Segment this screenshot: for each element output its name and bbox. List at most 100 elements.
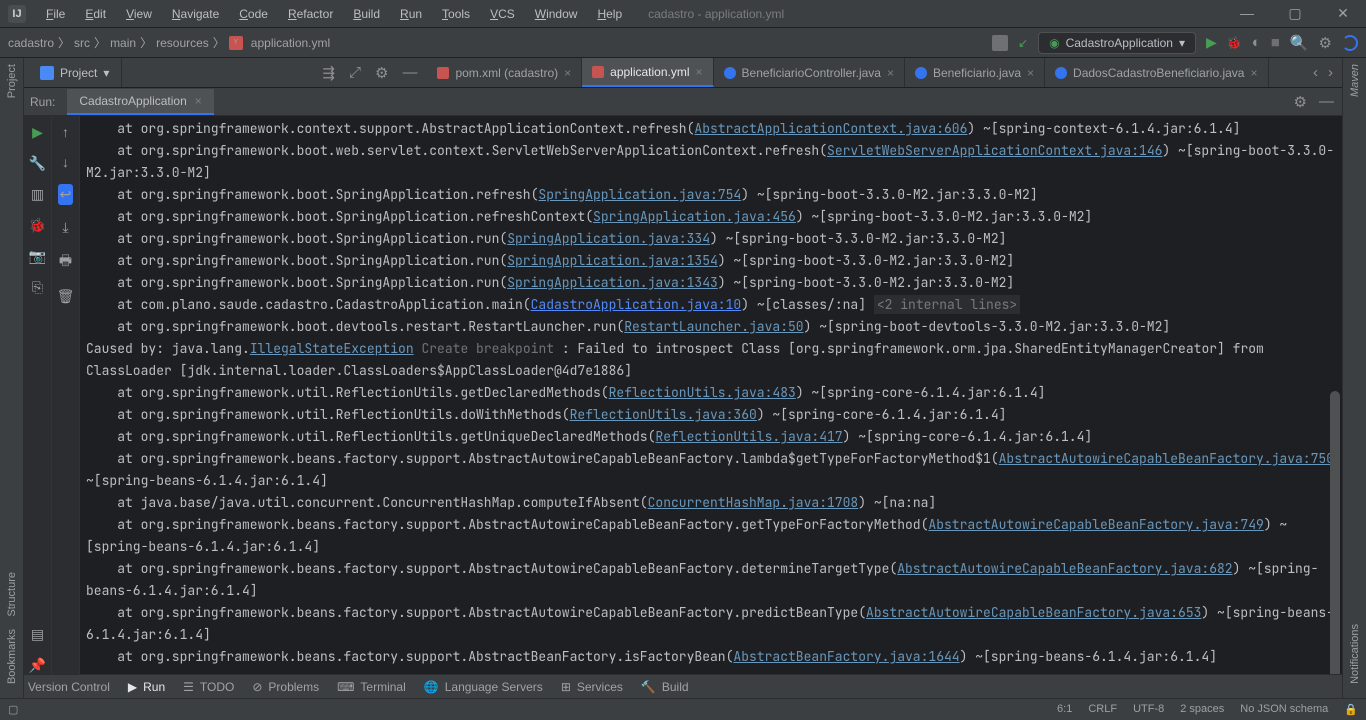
source-link[interactable]: SpringApplication.java:1343 (507, 274, 718, 291)
layout-icon[interactable]: ▥ (31, 186, 44, 203)
menu-vcs[interactable]: VCS (482, 4, 523, 24)
print-icon[interactable]: 🖶 (59, 250, 72, 274)
clear-icon[interactable]: 🗑 (57, 288, 75, 305)
source-link[interactable]: AbstractApplicationContext.java:606 (694, 120, 967, 137)
updates-icon[interactable] (1342, 35, 1358, 51)
breadcrumb-segment[interactable]: main (110, 36, 136, 50)
bottombar-todo[interactable]: ☰TODO (183, 680, 234, 694)
bottombar-problems[interactable]: ⊘Problems (252, 680, 319, 694)
bottombar-build[interactable]: 🔨Build (641, 680, 689, 694)
menu-run[interactable]: Run (392, 4, 430, 24)
menu-edit[interactable]: Edit (77, 4, 114, 24)
caret-position[interactable]: 6:1 (1057, 703, 1072, 716)
close-button[interactable]: ✕ (1328, 5, 1358, 22)
gear-icon[interactable]: ⚙ (1294, 93, 1307, 111)
source-link[interactable]: SpringApplication.java:1354 (507, 252, 718, 269)
editor-tab[interactable]: pom.xml (cadastro)× (427, 58, 582, 87)
settings-icon[interactable]: ⚙ (1319, 34, 1332, 52)
menu-view[interactable]: View (118, 4, 160, 24)
layout-settings-icon[interactable]: ▤ (31, 626, 44, 643)
source-link[interactable]: ReflectionUtils.java:417 (655, 428, 842, 445)
exit-icon[interactable]: ⎘ (32, 279, 43, 296)
coverage-button[interactable]: ◐ (1252, 34, 1261, 51)
close-icon[interactable]: × (1250, 66, 1257, 80)
menu-refactor[interactable]: Refactor (280, 4, 341, 24)
stop-button[interactable]: ■ (1271, 34, 1280, 51)
breadcrumb-segment[interactable]: application.yml (251, 36, 330, 50)
minimize-button[interactable]: — (1232, 5, 1262, 22)
rerun-button[interactable]: ▶ (32, 124, 43, 141)
soft-wrap-icon[interactable]: ↩ (58, 184, 74, 205)
source-link[interactable]: SpringApplication.java:456 (593, 208, 796, 225)
hide-icon[interactable]: — (1319, 93, 1334, 111)
run-tab[interactable]: CadastroApplication × (67, 89, 213, 115)
breadcrumb-segment[interactable]: src (74, 36, 90, 50)
line-separator[interactable]: CRLF (1088, 703, 1117, 716)
source-link[interactable]: AbstractAutowireCapableBeanFactory.java:… (866, 604, 1201, 621)
indent-setting[interactable]: 2 spaces (1180, 703, 1224, 716)
run-button[interactable]: ▶ (1206, 34, 1217, 51)
scrollbar-thumb[interactable] (1330, 391, 1340, 674)
source-link[interactable]: AbstractAutowireCapableBeanFactory.java:… (999, 450, 1334, 467)
source-link[interactable]: AbstractAutowireCapableBeanFactory.java:… (897, 560, 1232, 577)
breadcrumb[interactable]: cadastro〉src〉main〉resources〉Yapplication… (8, 34, 330, 51)
close-icon[interactable]: × (564, 66, 571, 80)
project-stripe-button[interactable]: Project (6, 58, 18, 104)
source-link[interactable]: SpringApplication.java:334 (507, 230, 710, 247)
up-stack-icon[interactable]: ↑ (62, 124, 69, 140)
editor-tab[interactable]: Beneficiario.java× (905, 58, 1045, 87)
structure-stripe-button[interactable]: Structure (6, 566, 18, 623)
menu-code[interactable]: Code (231, 4, 276, 24)
camera-icon[interactable]: 📷 (29, 248, 46, 265)
gear-icon[interactable]: ⚙ (375, 64, 388, 82)
console-output[interactable]: at org.springframework.context.support.A… (80, 116, 1342, 674)
vcs-update-icon[interactable]: ↙ (1018, 36, 1028, 50)
source-link[interactable]: SpringApplication.java:754 (538, 186, 741, 203)
menu-build[interactable]: Build (345, 4, 388, 24)
down-stack-icon[interactable]: ↓ (62, 154, 69, 170)
user-icon[interactable] (992, 35, 1008, 51)
breadcrumb-segment[interactable]: cadastro (8, 36, 54, 50)
source-link[interactable]: AbstractAutowireCapableBeanFactory.java:… (928, 516, 1263, 533)
editor-tab[interactable]: BeneficiarioController.java× (714, 58, 905, 87)
menu-tools[interactable]: Tools (434, 4, 478, 24)
bottombar-services[interactable]: ⊞Services (561, 680, 623, 694)
close-icon[interactable]: × (696, 65, 703, 79)
source-link[interactable]: RestartLauncher.java:50 (624, 318, 803, 335)
scroll-end-icon[interactable]: ⤓ (62, 219, 68, 236)
editor-tab[interactable]: application.yml× (582, 58, 713, 87)
folded-hint[interactable]: <2 internal lines> (874, 295, 1020, 314)
maven-stripe-button[interactable]: Maven (1349, 58, 1361, 103)
expand-icon[interactable]: ⤢ (349, 64, 361, 81)
source-link[interactable]: AbstractBeanFactory.java:1644 (733, 648, 959, 665)
select-opened-file-icon[interactable]: ⇶ (322, 64, 335, 82)
notifications-stripe-button[interactable]: Notifications (1349, 618, 1361, 690)
source-link[interactable]: ReflectionUtils.java:360 (570, 406, 757, 423)
run-config-selector[interactable]: ◉ CadastroApplication ▾ (1038, 32, 1196, 54)
source-link[interactable]: ConcurrentHashMap.java:1708 (648, 494, 859, 511)
tab-next-icon[interactable]: › (1328, 64, 1333, 81)
json-schema[interactable]: No JSON schema (1240, 703, 1328, 716)
source-link[interactable]: IllegalStateException (250, 340, 414, 357)
debug-button[interactable]: 🐞 (1227, 36, 1242, 50)
bottombar-terminal[interactable]: ⌨Terminal (337, 680, 406, 694)
create-breakpoint-hint[interactable]: Create breakpoint (421, 340, 554, 357)
source-link[interactable]: CadastroApplication.java:10 (531, 296, 742, 313)
menu-navigate[interactable]: Navigate (164, 4, 227, 24)
close-icon[interactable]: × (1027, 66, 1034, 80)
close-icon[interactable]: × (887, 66, 894, 80)
breadcrumb-segment[interactable]: resources (156, 36, 209, 50)
bottombar-run[interactable]: ▶Run (128, 680, 165, 694)
maximize-button[interactable]: ▢ (1280, 5, 1310, 22)
lock-icon[interactable]: 🔒 (1344, 703, 1358, 716)
tab-prev-icon[interactable]: ‹ (1313, 64, 1318, 81)
search-icon[interactable]: 🔍 (1290, 34, 1309, 52)
close-icon[interactable]: × (195, 94, 202, 108)
menu-file[interactable]: File (38, 4, 73, 24)
project-tool-window-header[interactable]: Project ▾ (28, 58, 122, 87)
bottombar-language-servers[interactable]: 🌐Language Servers (424, 680, 543, 694)
source-link[interactable]: ReflectionUtils.java:483 (609, 384, 796, 401)
file-encoding[interactable]: UTF-8 (1133, 703, 1164, 716)
status-widget-icon[interactable]: ▢ (8, 703, 18, 716)
menu-window[interactable]: Window (527, 4, 586, 24)
